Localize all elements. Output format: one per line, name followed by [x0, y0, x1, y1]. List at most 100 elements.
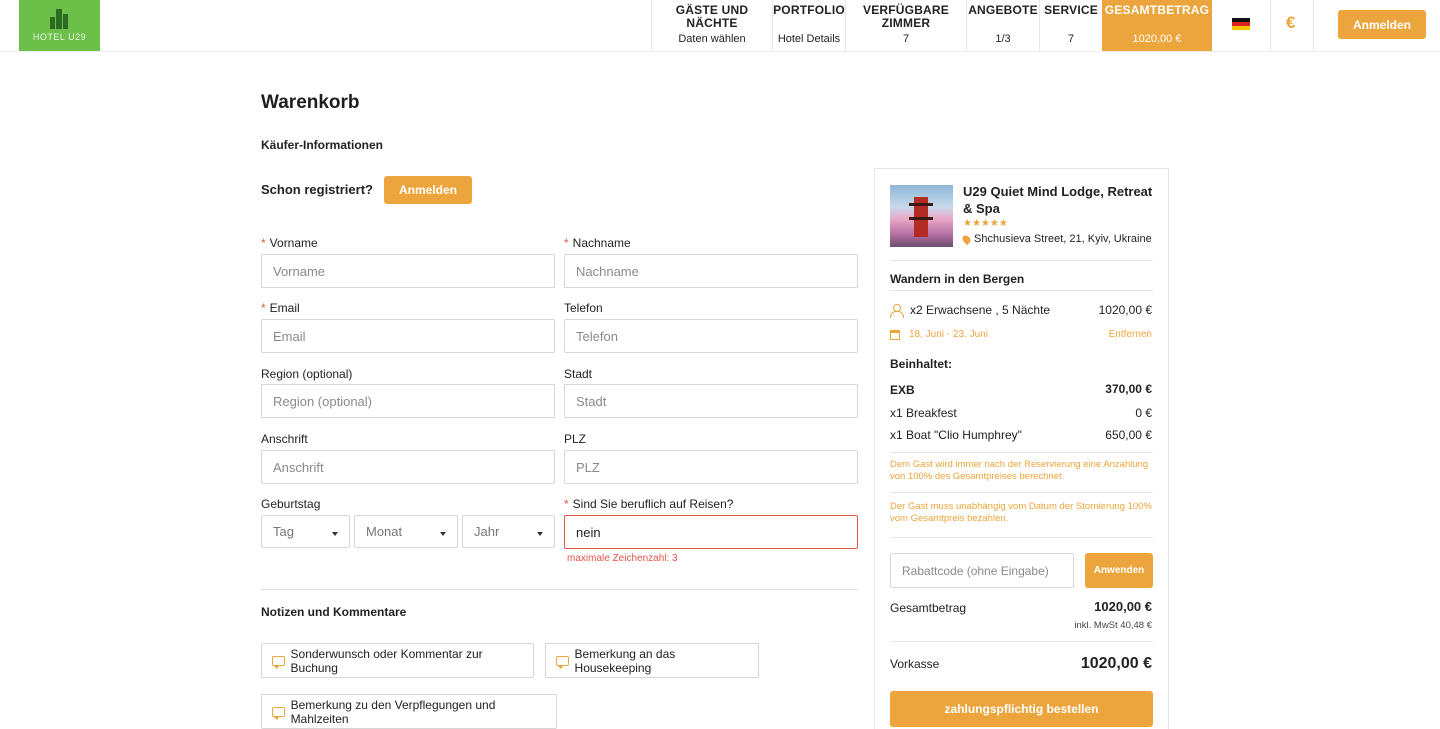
zip-input[interactable]	[564, 450, 858, 484]
vat-info: inkl. MwSt 40,48 €	[1074, 620, 1152, 631]
german-flag-icon[interactable]	[1232, 18, 1250, 30]
divider	[890, 492, 1153, 493]
comment-icon	[556, 655, 569, 669]
includes-heading: Beinhaltet:	[890, 357, 953, 371]
package-name: Wandern in den Bergen	[890, 272, 1025, 286]
zip-label: PLZ	[564, 432, 587, 446]
nav-title: VERFÜGBARE ZIMMER	[862, 3, 949, 30]
already-registered-text: Schon registriert?	[261, 182, 373, 197]
prepayment-label: Vorkasse	[890, 657, 940, 671]
special-request-button[interactable]: Sonderwunsch oder Kommentar zur Buchung	[261, 643, 534, 678]
map-pin-icon	[960, 233, 973, 245]
calendar-icon	[890, 329, 900, 340]
required-marker: *	[564, 236, 569, 250]
select-value: Tag	[273, 524, 294, 539]
hotel-address: Shchusieva Street, 21, Kyiv, Ukraine	[960, 233, 1152, 245]
nav-guests-nights[interactable]: GÄSTE UND NÄCHTE Daten wählen	[651, 0, 772, 51]
birthday-year-select[interactable]: Jahr	[462, 515, 555, 548]
label-text: Email	[269, 301, 300, 315]
remove-link[interactable]: Entfernen	[1109, 329, 1152, 340]
required-marker: *	[564, 497, 569, 511]
header-divider	[1270, 0, 1271, 51]
prepayment-value: 1020,00 €	[1080, 655, 1152, 672]
currency-selector[interactable]: €	[1286, 13, 1295, 33]
building-icon	[50, 9, 68, 29]
nav-available-rooms[interactable]: VERFÜGBARE ZIMMER 7	[845, 0, 966, 51]
top-header: HOTEL U29 GÄSTE UND NÄCHTE Daten wählen …	[0, 0, 1440, 52]
person-icon	[890, 303, 904, 318]
button-label: Bemerkung zu den Verpflegungen und Mahlz…	[290, 697, 496, 726]
coupon-input[interactable]	[890, 553, 1074, 588]
page-title: Warenkorb	[261, 92, 360, 113]
total-value: 1020,00 €	[1094, 599, 1152, 614]
meals-note-button[interactable]: Bemerkung zu den Verpflegungen und Mahlz…	[261, 694, 557, 729]
extra-item-price: 650,00 €	[1105, 428, 1152, 442]
hotel-name: U29 Quiet Mind Lodge, Retreat & Spa	[963, 184, 1153, 216]
city-label: Stadt	[564, 367, 593, 381]
housekeeping-note-button[interactable]: Bemerkung an das Housekeeping	[545, 643, 759, 678]
divider	[890, 290, 1153, 291]
lastname-input[interactable]	[564, 254, 858, 288]
birthday-label: Geburtstag	[261, 497, 321, 511]
guests-text: x2 Erwachsene , 5 Nächte	[910, 303, 1051, 317]
lastname-label: * Nachname	[564, 236, 631, 250]
divider	[261, 589, 858, 590]
nav-sub: Hotel Details	[777, 33, 841, 45]
divider	[890, 641, 1153, 642]
place-order-button[interactable]: zahlungspflichtig bestellen	[890, 691, 1153, 727]
extra-item-label: x1 Boat "Clio Humphrey"	[890, 428, 1022, 442]
birthday-day-select[interactable]: Tag	[261, 515, 350, 548]
nav-title: GESAMTBETRAG	[1104, 3, 1210, 17]
firstname-label: * Vorname	[261, 236, 318, 250]
extra-item-label: x1 Breakfest	[890, 406, 957, 420]
star-rating: ★★★★★	[963, 218, 1008, 229]
select-value: Monat	[366, 524, 403, 539]
dates-text: 18. Juni - 23. Juni	[909, 329, 988, 340]
birthday-month-select[interactable]: Monat	[354, 515, 458, 548]
validation-error: maximale Zeichenzahl: 3	[567, 553, 678, 564]
email-input[interactable]	[261, 319, 555, 353]
button-label: Sonderwunsch oder Kommentar zur Buchung	[290, 646, 483, 675]
divider	[890, 452, 1153, 453]
header-login-button[interactable]: Anmelden	[1338, 10, 1426, 39]
region-input[interactable]	[261, 384, 555, 418]
order-summary-card: U29 Quiet Mind Lodge, Retreat & Spa ★★★★…	[874, 168, 1169, 729]
nav-title: ANGEBOTE	[968, 3, 1038, 17]
nav-sub: 7	[902, 33, 910, 45]
nav-title: PORTFOLIO	[773, 3, 845, 17]
firstname-input[interactable]	[261, 254, 555, 288]
divider	[890, 260, 1153, 261]
city-input[interactable]	[564, 384, 858, 418]
stay-dates: 18. Juni - 23. Juni	[890, 329, 988, 340]
region-label: Region (optional)	[261, 367, 353, 381]
buyer-info-heading: Käufer-Informationen	[261, 138, 384, 152]
nav-sub: 1/3	[995, 33, 1011, 45]
nav-offers[interactable]: ANGEBOTE 1/3	[966, 0, 1039, 51]
caret-down-icon	[332, 531, 338, 536]
business-travel-label: * Sind Sie beruflich auf Reisen?	[564, 497, 733, 511]
phone-input[interactable]	[564, 319, 858, 353]
nav-title: SERVICE	[1044, 3, 1098, 17]
hotel-thumbnail	[890, 185, 953, 247]
notes-heading: Notizen und Kommentare	[261, 605, 407, 619]
room-price: 370,00 €	[1105, 382, 1152, 396]
nav-portfolio[interactable]: PORTFOLIO Hotel Details	[772, 0, 845, 51]
guests-info: x2 Erwachsene , 5 Nächte	[890, 303, 1051, 318]
required-marker: *	[261, 301, 266, 315]
nav-title: GÄSTE UND NÄCHTE	[675, 3, 749, 30]
business-travel-input[interactable]	[564, 515, 858, 549]
address-text: Shchusieva Street, 21, Kyiv, Ukraine	[974, 233, 1152, 245]
caret-down-icon	[440, 531, 446, 536]
room-code: EXB	[890, 383, 915, 397]
nav-service[interactable]: SERVICE 7	[1039, 0, 1102, 51]
form-login-button[interactable]: Anmelden	[384, 176, 472, 204]
address-label: Anschrift	[261, 432, 308, 446]
address-input[interactable]	[261, 450, 555, 484]
hotel-logo[interactable]: HOTEL U29	[19, 0, 100, 51]
nav-total-amount[interactable]: GESAMTBETRAG 1020,00 €	[1102, 0, 1212, 51]
button-label: Bemerkung an das Housekeeping	[574, 646, 676, 675]
deposit-notice: Dem Gast wird immer nach der Reservierun…	[890, 459, 1149, 482]
apply-coupon-button[interactable]: Anwenden	[1085, 553, 1153, 588]
nav-sub: Daten wählen	[678, 33, 746, 45]
select-value: Jahr	[474, 524, 500, 539]
